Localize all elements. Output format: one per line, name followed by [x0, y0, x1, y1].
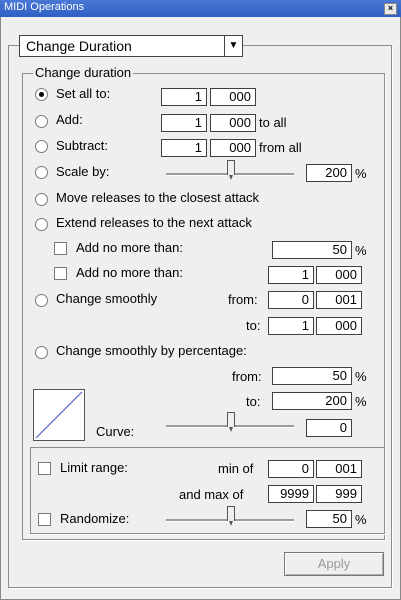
add-suffix: to all — [259, 115, 287, 130]
curve-label: Curve: — [96, 424, 135, 439]
limit-range-checkbox[interactable] — [38, 462, 51, 475]
change-smoothly-pct-label: Change smoothly by percentage: — [56, 343, 247, 358]
limit-range-max-b[interactable]: 999 — [316, 485, 362, 503]
subtract-value-b[interactable]: 000 — [210, 139, 256, 157]
change-smoothly-pct-from-label: from: — [232, 369, 262, 384]
scale-unit: % — [355, 166, 367, 181]
limit-range-min-label: min of — [218, 461, 254, 476]
curve-preview-graph — [35, 391, 83, 439]
curve-slider-thumb[interactable] — [227, 412, 235, 432]
close-icon[interactable]: × — [384, 3, 397, 15]
change-smoothly-to-a[interactable]: 1 — [268, 317, 314, 335]
add-no-more-1-checkbox[interactable] — [54, 242, 67, 255]
add-radio[interactable] — [35, 115, 48, 128]
subtract-radio[interactable] — [35, 140, 48, 153]
scale-radio[interactable] — [35, 166, 48, 179]
change-smoothly-pct-radio[interactable] — [35, 346, 48, 359]
change-smoothly-to-b[interactable]: 000 — [316, 317, 362, 335]
title-bar[interactable]: MIDI Operations × — [0, 0, 401, 17]
change-duration-group-label: Change duration — [33, 65, 134, 80]
move-releases-label: Move releases to the closest attack — [56, 190, 260, 205]
set-all-value-b[interactable]: 000 — [210, 88, 256, 106]
set-all-radio[interactable] — [35, 88, 48, 101]
randomize-unit: % — [355, 512, 367, 527]
subtract-label: Subtract: — [56, 138, 109, 153]
scale-value[interactable]: 200 — [306, 164, 352, 182]
change-smoothly-pct-to-value[interactable]: 200 — [272, 392, 352, 410]
extend-releases-radio[interactable] — [35, 218, 48, 231]
set-all-value-a[interactable]: 1 — [161, 88, 207, 106]
extend-releases-label: Extend releases to the next attack — [56, 215, 252, 230]
add-no-more-2-value-b[interactable]: 000 — [316, 266, 362, 284]
add-no-more-1-unit: % — [355, 243, 367, 258]
add-label: Add: — [56, 112, 83, 127]
add-no-more-1-label: Add no more than: — [76, 240, 183, 255]
change-smoothly-to-label: to: — [246, 318, 261, 333]
add-no-more-2-value-a[interactable]: 1 — [268, 266, 314, 284]
add-no-more-2-label: Add no more than: — [76, 265, 183, 280]
move-releases-radio[interactable] — [35, 193, 48, 206]
change-smoothly-pct-from-value[interactable]: 50 — [272, 367, 352, 385]
randomize-value[interactable]: 50 — [306, 510, 352, 528]
limit-range-min-b[interactable]: 001 — [316, 460, 362, 478]
chevron-down-icon[interactable]: ▼ — [224, 36, 242, 56]
curve-value[interactable]: 0 — [306, 419, 352, 437]
scale-label: Scale by: — [56, 164, 110, 179]
curve-preview — [33, 389, 85, 441]
operation-dropdown-value: Change Duration — [26, 38, 132, 54]
set-all-label: Set all to: — [56, 86, 111, 101]
change-smoothly-pct-to-unit: % — [355, 394, 367, 409]
operation-dropdown[interactable]: Change Duration ▼ — [19, 35, 243, 57]
limit-range-max-a[interactable]: 9999 — [268, 485, 314, 503]
change-smoothly-radio[interactable] — [35, 294, 48, 307]
scale-slider-thumb[interactable] — [227, 160, 235, 180]
randomize-slider-thumb[interactable] — [227, 506, 235, 526]
add-no-more-2-checkbox[interactable] — [54, 267, 67, 280]
add-value-b[interactable]: 000 — [210, 114, 256, 132]
randomize-checkbox[interactable] — [38, 513, 51, 526]
limit-range-min-a[interactable]: 0 — [268, 460, 314, 478]
window-title: MIDI Operations — [4, 1, 85, 13]
limit-range-max-label: and max of — [179, 487, 244, 502]
change-smoothly-from-a[interactable]: 0 — [268, 291, 314, 309]
change-smoothly-pct-from-unit: % — [355, 369, 367, 384]
subtract-suffix: from all — [259, 140, 302, 155]
add-no-more-1-value[interactable]: 50 — [272, 241, 352, 259]
randomize-label: Randomize: — [60, 511, 130, 526]
change-smoothly-pct-to-label: to: — [246, 394, 261, 409]
subtract-value-a[interactable]: 1 — [161, 139, 207, 157]
add-value-a[interactable]: 1 — [161, 114, 207, 132]
apply-button[interactable]: Apply — [284, 552, 384, 576]
change-smoothly-from-label: from: — [228, 292, 258, 307]
limit-range-label: Limit range: — [60, 460, 128, 475]
change-smoothly-from-b[interactable]: 001 — [316, 291, 362, 309]
change-smoothly-label: Change smoothly — [56, 291, 158, 306]
